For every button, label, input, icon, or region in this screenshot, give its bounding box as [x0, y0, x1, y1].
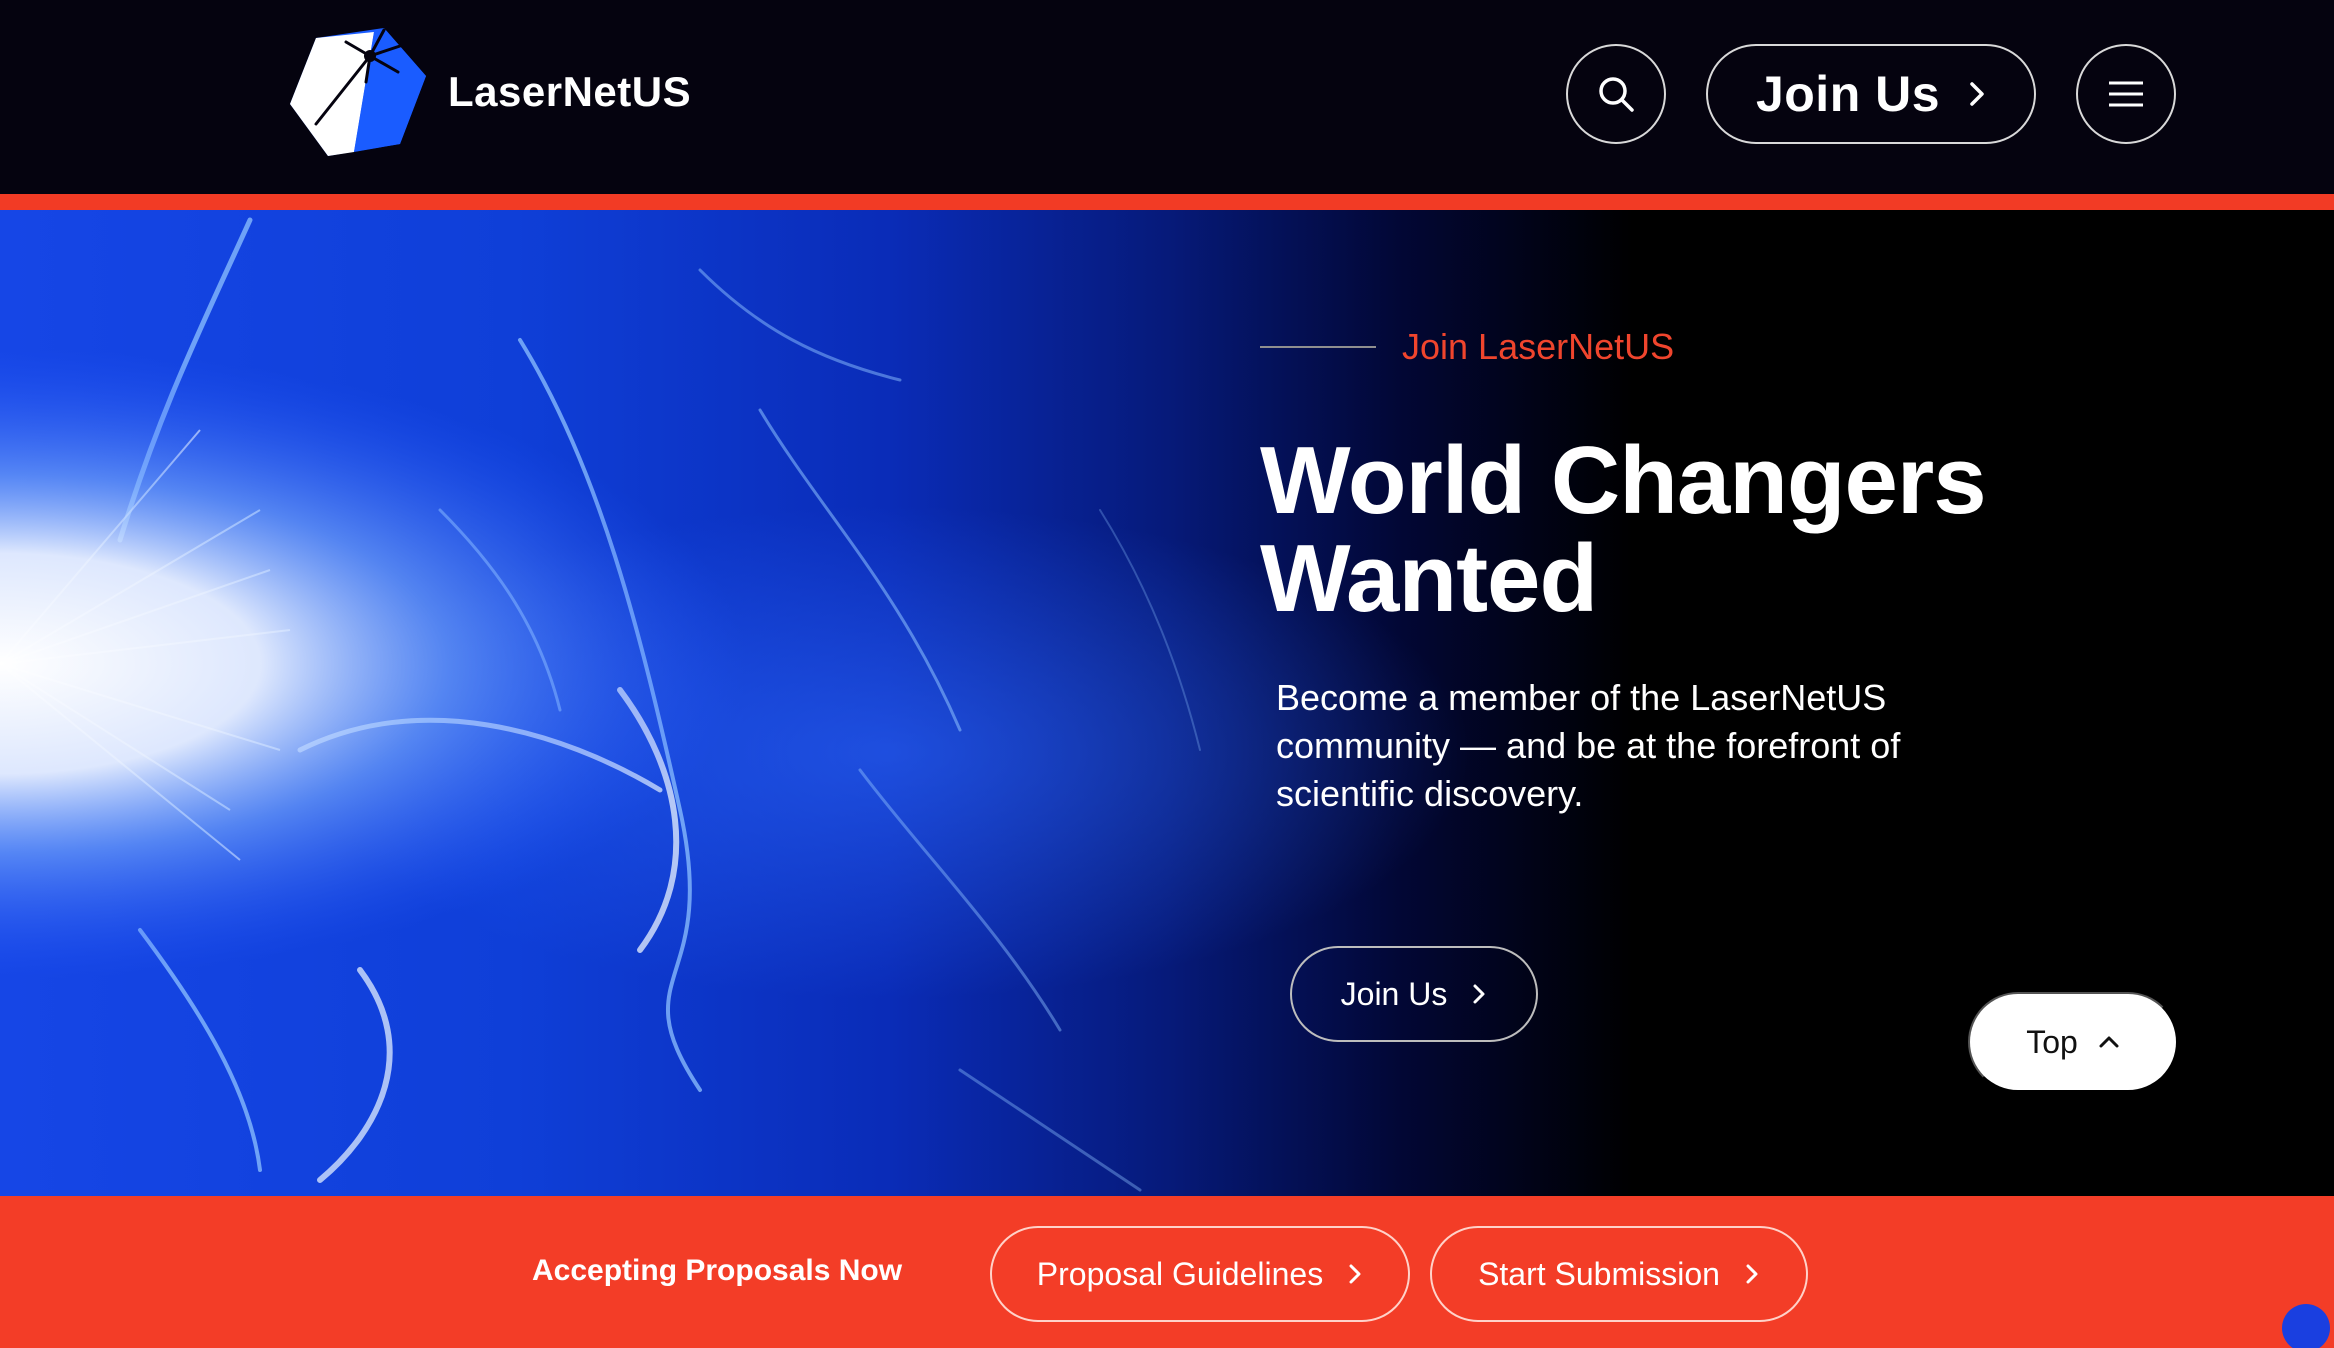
site-header: LaserNetUS Join Us	[0, 0, 2334, 194]
chevron-right-icon	[1970, 82, 1984, 106]
chevron-right-icon	[1473, 984, 1485, 1004]
chat-widget-button[interactable]	[2282, 1304, 2330, 1348]
start-submission-label: Start Submission	[1478, 1255, 1720, 1292]
proposal-guidelines-label: Proposal Guidelines	[1036, 1255, 1324, 1292]
hero-join-label: Join Us	[1340, 975, 1448, 1012]
chevron-right-icon	[1349, 1264, 1361, 1284]
hero-description: Become a member of the LaserNetUS commun…	[1276, 677, 1901, 814]
proposals-bar: Accepting Proposals Now Proposal Guideli…	[0, 1196, 2334, 1348]
hamburger-menu-icon	[2109, 81, 2143, 107]
hero-title: World Changers Wanted	[1260, 432, 2160, 628]
home-logo-link[interactable]: LaserNetUS	[288, 24, 691, 160]
proposals-label: Accepting Proposals Now	[532, 1254, 903, 1287]
hero-title-line-1: World Changers	[1260, 427, 1987, 534]
start-submission-button[interactable]: Start Submission	[1430, 1226, 1808, 1322]
menu-button[interactable]	[2076, 44, 2176, 144]
hero-join-button[interactable]: Join Us	[1290, 946, 1538, 1042]
header-accent-stripe	[0, 194, 2334, 210]
top-label: Top	[2026, 1023, 2078, 1060]
scroll-to-top-button[interactable]: Top	[1968, 992, 2178, 1092]
search-button[interactable]	[1566, 44, 1666, 144]
eyebrow-divider	[1260, 346, 1376, 348]
header-join-button[interactable]: Join Us	[1706, 44, 2036, 144]
hero-eyebrow: Join LaserNetUS	[1260, 326, 1674, 368]
chevron-up-icon	[2099, 1036, 2119, 1048]
brand-name: LaserNetUS	[448, 68, 692, 115]
eyebrow-text: Join LaserNetUS	[1402, 326, 1675, 367]
chevron-right-icon	[1746, 1264, 1758, 1284]
header-join-label: Join Us	[1755, 66, 1941, 122]
search-icon	[1599, 77, 1634, 112]
hero-title-line-2: Wanted	[1260, 525, 1598, 632]
proposal-guidelines-button[interactable]: Proposal Guidelines	[990, 1226, 1410, 1322]
lasernetus-logo-icon	[290, 28, 426, 156]
